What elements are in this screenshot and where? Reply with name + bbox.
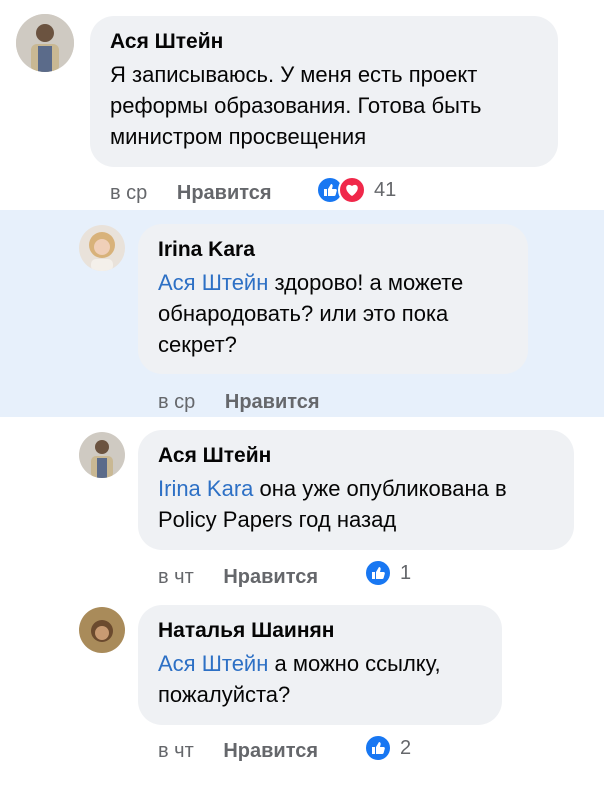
- avatar[interactable]: [79, 607, 125, 653]
- mention-link[interactable]: Ася Штейн: [158, 270, 268, 295]
- comment-time[interactable]: в ср: [110, 182, 147, 205]
- comment-author[interactable]: Ася Штейн: [158, 443, 554, 469]
- mention-link[interactable]: Ася Штейн: [158, 651, 268, 676]
- like-button[interactable]: Нравится: [223, 740, 318, 763]
- comment-bubble: Ася Штейн Я записываюсь. У меня есть про…: [90, 16, 558, 167]
- comment-author[interactable]: Ася Штейн: [110, 29, 538, 55]
- mention-link[interactable]: Irina Kara: [158, 476, 253, 501]
- comment-time[interactable]: в чт: [158, 740, 194, 763]
- comment-actions: в ср Нравится: [158, 391, 320, 414]
- comment-text: Ася Штейн а можно ссылку, пожалуйста?: [158, 648, 482, 710]
- avatar[interactable]: [79, 225, 125, 271]
- like-button[interactable]: Нравится: [177, 182, 272, 205]
- comment-bubble: Ася Штейн Irina Kara она уже опубликован…: [138, 430, 574, 550]
- reaction-count: 41: [374, 178, 397, 201]
- comment-actions: в чт Нравится: [158, 740, 318, 763]
- comment-text: Я записываюсь. У меня есть проект реформ…: [110, 62, 482, 149]
- comment-text: Ася Штейн здорово! а можете обнародовать…: [158, 267, 508, 360]
- comment-author[interactable]: Наталья Шаинян: [158, 618, 482, 644]
- comment-time[interactable]: в ср: [158, 391, 195, 414]
- comment-time[interactable]: в чт: [158, 566, 194, 589]
- comment-actions: в ср Нравится: [110, 182, 272, 205]
- like-button[interactable]: Нравится: [223, 566, 318, 589]
- reactions-summary[interactable]: 1: [364, 559, 411, 587]
- reactions-summary[interactable]: 2: [364, 734, 411, 762]
- reaction-count: 2: [400, 736, 412, 759]
- comment-actions: в чт Нравится: [158, 566, 318, 589]
- love-reaction-icon: [338, 176, 366, 204]
- reaction-count: 1: [400, 561, 412, 584]
- comment-text: Irina Kara она уже опубликована в Policy…: [158, 473, 554, 535]
- like-reaction-icon: [364, 559, 392, 587]
- like-button[interactable]: Нравится: [225, 391, 320, 414]
- like-reaction-icon: [364, 734, 392, 762]
- comment-author[interactable]: Irina Kara: [158, 237, 508, 263]
- comment-bubble: Наталья Шаинян Ася Штейн а можно ссылку,…: [138, 605, 502, 725]
- reactions-summary[interactable]: 41: [316, 176, 396, 204]
- comment-bubble: Irina Kara Ася Штейн здорово! а можете о…: [138, 224, 528, 374]
- avatar[interactable]: [16, 14, 74, 72]
- avatar[interactable]: [79, 432, 125, 478]
